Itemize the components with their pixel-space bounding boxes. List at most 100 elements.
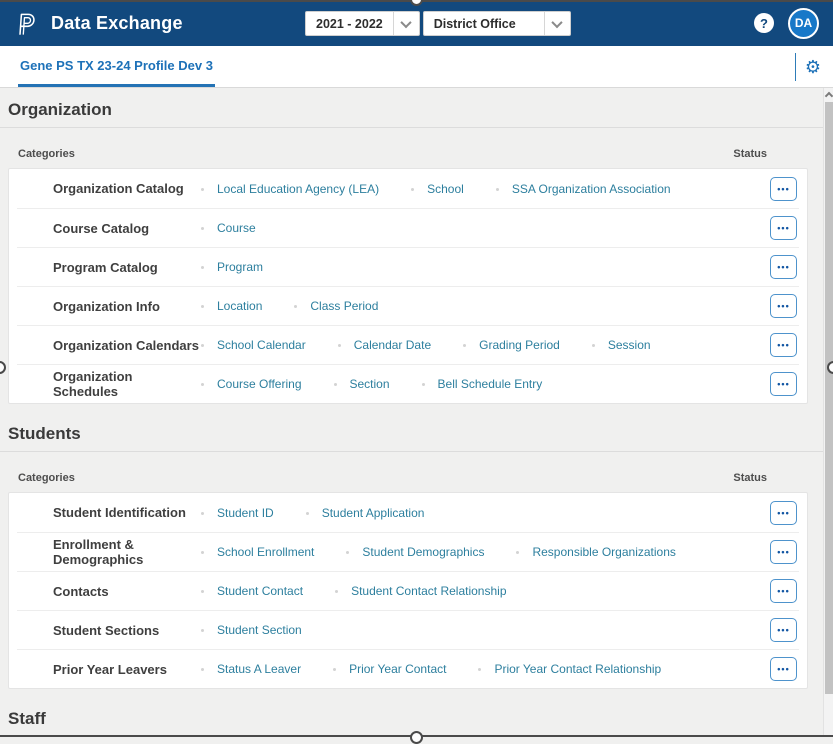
header-selects: 2021 - 2022 District Office [305, 11, 571, 36]
entity-link[interactable]: Prior Year Contact [333, 662, 446, 676]
entity-links: Course [201, 221, 256, 235]
entity-link[interactable]: Responsible Organizations [516, 545, 675, 559]
row-actions-button[interactable]: ••• [770, 255, 797, 279]
category-row: Organization Info Location Class Period … [17, 286, 799, 325]
category-row: Organization Catalog Local Education Age… [17, 169, 799, 208]
entity-link[interactable]: Student Demographics [346, 545, 484, 559]
section-staff: Staff [0, 689, 823, 737]
category-name: Program Catalog [53, 260, 201, 275]
row-actions-button[interactable]: ••• [770, 177, 797, 201]
status-label: Status [733, 472, 767, 484]
category-row: Course Catalog Course ••• [17, 208, 799, 247]
profile-tab-bar: Gene PS TX 23-24 Profile Dev 3 ⚙ [0, 46, 833, 88]
category-row: Organization Calendars School Calendar C… [17, 325, 799, 364]
entity-links: Student ID Student Application [201, 506, 424, 520]
entity-link[interactable]: Grading Period [463, 338, 560, 352]
row-actions-button[interactable]: ••• [770, 540, 797, 564]
app-header: Data Exchange 2021 - 2022 District Offic… [0, 0, 833, 46]
entity-link[interactable]: Calendar Date [338, 338, 431, 352]
tab-active-profile[interactable]: Gene PS TX 23-24 Profile Dev 3 [18, 46, 215, 87]
entity-link[interactable]: Course [201, 221, 256, 235]
entity-link[interactable]: Status A Leaver [201, 662, 301, 676]
chevron-down-icon [552, 16, 563, 27]
categories-card: Student Identification Student ID Studen… [8, 492, 808, 689]
entity-links: School Enrollment Student Demographics R… [201, 545, 676, 559]
entity-link[interactable]: Student Contact Relationship [335, 584, 506, 598]
powerschool-logo-icon [14, 10, 41, 37]
crop-handle-bottom[interactable] [410, 731, 423, 744]
context-chevron-box[interactable] [544, 12, 570, 35]
entity-links: Local Education Agency (LEA) School SSA … [201, 182, 671, 196]
category-row: Prior Year Leavers Status A Leaver Prior… [17, 649, 799, 688]
school-year-value: 2021 - 2022 [306, 17, 393, 31]
category-name: Organization Catalog [53, 181, 201, 196]
section-heading: Organization [0, 88, 823, 128]
section-students: Students Categories Status Student Ident… [0, 404, 823, 689]
entity-link[interactable]: Student Application [306, 506, 425, 520]
section-title: Organization [8, 100, 815, 120]
entity-links: Location Class Period [201, 299, 378, 313]
entity-link[interactable]: Location [201, 299, 262, 313]
category-row: Enrollment & Demographics School Enrollm… [17, 532, 799, 571]
entity-link[interactable]: Class Period [294, 299, 378, 313]
row-actions-button[interactable]: ••• [770, 372, 797, 396]
category-row: Contacts Student Contact Student Contact… [17, 571, 799, 610]
entity-link[interactable]: Student Contact [201, 584, 303, 598]
gear-icon[interactable]: ⚙ [805, 58, 821, 76]
entity-link[interactable]: School Enrollment [201, 545, 314, 559]
entity-link[interactable]: School [411, 182, 464, 196]
context-select[interactable]: District Office [423, 11, 571, 36]
section-heading: Students [0, 404, 823, 452]
help-icon[interactable]: ? [754, 13, 774, 33]
scrollbar-thumb[interactable] [825, 102, 833, 694]
context-value: District Office [424, 17, 544, 31]
row-actions-button[interactable]: ••• [770, 618, 797, 642]
entity-link[interactable]: Prior Year Contact Relationship [478, 662, 661, 676]
entity-link[interactable]: School Calendar [201, 338, 306, 352]
entity-link[interactable]: Bell Schedule Entry [422, 377, 543, 391]
entity-link[interactable]: Program [201, 260, 263, 274]
entity-link[interactable]: Section [334, 377, 390, 391]
entity-links: Student Contact Student Contact Relation… [201, 584, 507, 598]
entity-link[interactable]: Student ID [201, 506, 274, 520]
row-actions-button[interactable]: ••• [770, 216, 797, 240]
section-title: Staff [8, 709, 815, 729]
categories-label: Categories [18, 472, 75, 484]
entity-links: Student Section [201, 623, 302, 637]
status-label: Status [733, 148, 767, 160]
row-actions-button[interactable]: ••• [770, 501, 797, 525]
category-row: Student Identification Student ID Studen… [17, 493, 799, 532]
scroll-up-icon[interactable] [825, 92, 833, 100]
categories-label: Categories [18, 148, 75, 160]
school-year-select[interactable]: 2021 - 2022 [305, 11, 420, 36]
category-name: Student Sections [53, 623, 201, 638]
category-name: Organization Schedules [53, 369, 201, 399]
school-year-chevron-box[interactable] [393, 12, 419, 35]
row-actions-button[interactable]: ••• [770, 579, 797, 603]
labels-row: Categories Status [0, 148, 823, 162]
category-name: Contacts [53, 584, 201, 599]
category-name: Organization Info [53, 299, 201, 314]
category-row: Student Sections Student Section ••• [17, 610, 799, 649]
row-actions-button[interactable]: ••• [770, 333, 797, 357]
entity-links: School Calendar Calendar Date Grading Pe… [201, 338, 651, 352]
labels-row: Categories Status [0, 472, 823, 486]
header-right: ? DA [754, 8, 819, 39]
category-name: Prior Year Leavers [53, 662, 201, 677]
app-title: Data Exchange [51, 13, 183, 34]
entity-link[interactable]: Session [592, 338, 651, 352]
row-actions-button[interactable]: ••• [770, 294, 797, 318]
entity-link[interactable]: Course Offering [201, 377, 302, 391]
row-actions-button[interactable]: ••• [770, 657, 797, 681]
category-name: Organization Calendars [53, 338, 201, 353]
vertical-scrollbar[interactable] [823, 88, 833, 737]
category-row: Organization Schedules Course Offering S… [17, 364, 799, 403]
avatar[interactable]: DA [788, 8, 819, 39]
category-row: Program Catalog Program ••• [17, 247, 799, 286]
entity-link[interactable]: Student Section [201, 623, 302, 637]
entity-link[interactable]: SSA Organization Association [496, 182, 671, 196]
crop-handle-right[interactable] [827, 361, 833, 374]
section-heading: Staff [0, 689, 823, 737]
entity-link[interactable]: Local Education Agency (LEA) [201, 182, 379, 196]
entity-links: Status A Leaver Prior Year Contact Prior… [201, 662, 661, 676]
